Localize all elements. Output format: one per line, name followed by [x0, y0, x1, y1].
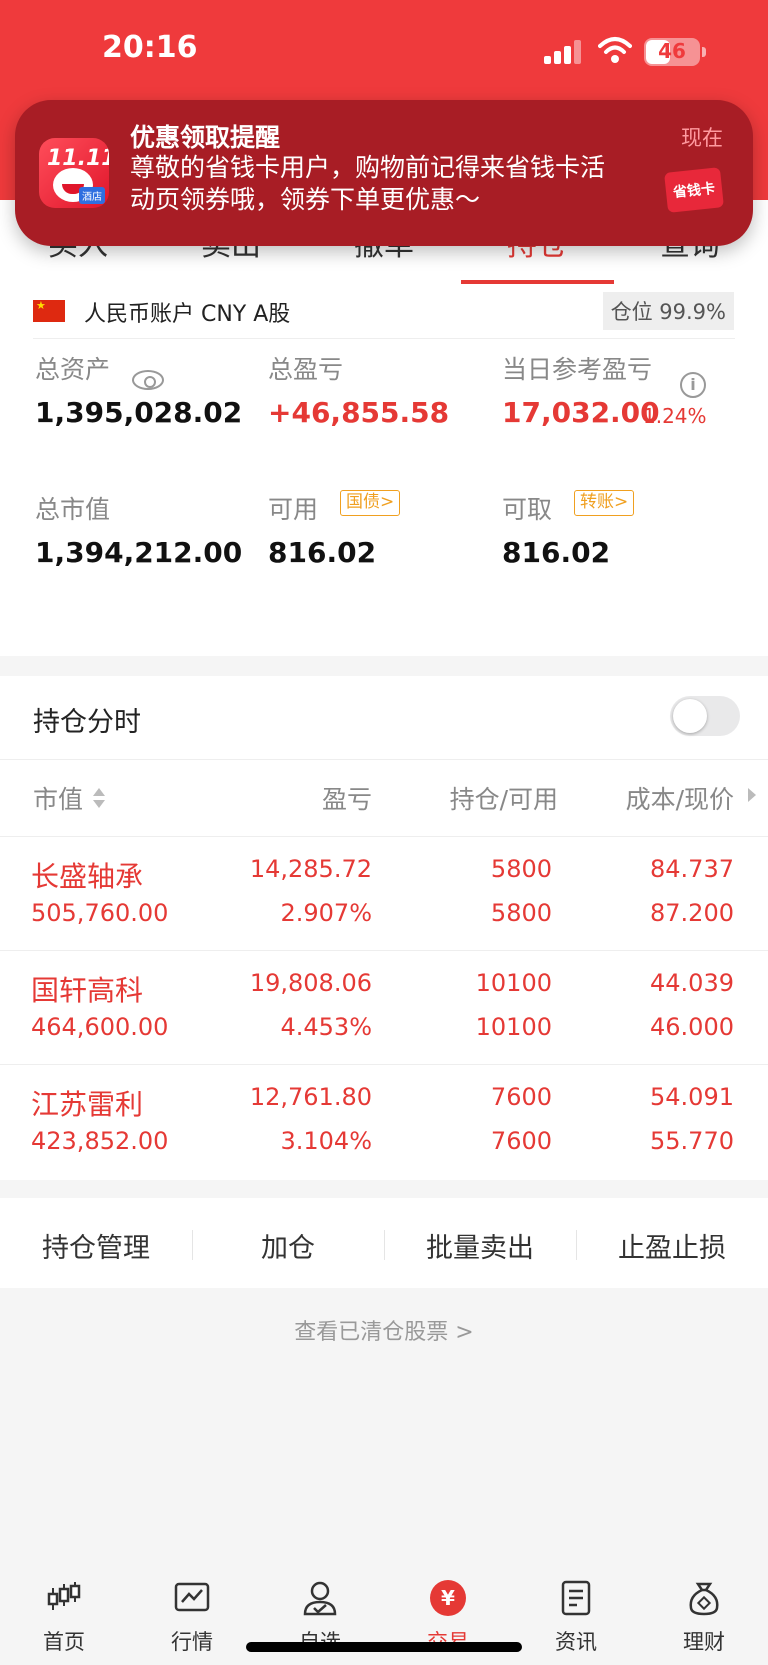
stock-market-value: 505,760.00 [31, 899, 169, 927]
notification-title: 优惠领取提醒 [130, 123, 281, 152]
holding-actions-bar: 持仓管理 加仓 批量卖出 止盈止损 [0, 1198, 768, 1288]
header-position: 持仓/可用 [449, 785, 558, 814]
table-row[interactable]: 江苏雷利 423,852.00 12,761.80 3.104% 7600 76… [0, 1065, 768, 1178]
total-pnl-label: 总盈亏 [268, 355, 344, 384]
divider [0, 759, 768, 760]
chart-icon [174, 1582, 210, 1612]
account-name[interactable]: 人民币账户 CNY A股 [84, 296, 290, 328]
table-row[interactable]: 国轩高科 464,600.00 19,808.06 4.453% 10100 1… [0, 951, 768, 1064]
transfer-button[interactable]: 转账> [574, 490, 635, 516]
app-badge-text: 11.11 [47, 146, 109, 171]
daily-pnl-percent: 1.24% [643, 404, 707, 428]
stock-name: 长盛轴承 [31, 860, 144, 893]
stock-pnl: 12,761.80 [249, 1083, 372, 1111]
account-summary: 人民币账户 CNY A股 仓位 99.9% 总资产 1,395,028.02 总… [0, 284, 768, 656]
header-pnl: 盈亏 [321, 785, 372, 814]
battery-icon: 46 [644, 38, 700, 66]
stock-name: 国轩高科 [31, 974, 144, 1007]
total-pnl-value: +46,855.58 [268, 396, 450, 429]
market-value-value: 1,394,212.00 [35, 536, 243, 569]
available-value: 816.02 [268, 536, 377, 569]
batch-sell-button[interactable]: 批量卖出 [384, 1226, 576, 1265]
savings-card-label: 省钱卡 [672, 180, 716, 202]
stock-holding-qty: 10100 [475, 969, 552, 997]
person-check-icon [303, 1581, 337, 1616]
eye-icon[interactable] [132, 370, 164, 390]
daily-pnl-value: 17,032.00 [502, 396, 660, 429]
nav-label: 理财 [683, 1630, 725, 1654]
table-row[interactable]: 长盛轴承 505,760.00 14,285.72 2.907% 5800 58… [0, 837, 768, 950]
money-bag-icon [689, 1582, 719, 1616]
withdrawable-value: 816.02 [502, 536, 611, 569]
stock-cost: 84.737 [650, 855, 734, 883]
nav-wealth[interactable]: 理财 [640, 1580, 768, 1660]
stock-available-qty: 7600 [490, 1127, 552, 1155]
yuan-icon: ¥ [430, 1580, 466, 1616]
stock-pnl: 19,808.06 [249, 969, 372, 997]
intraday-toggle[interactable] [670, 696, 740, 736]
stock-price: 46.000 [650, 1013, 734, 1041]
home-indicator [246, 1642, 522, 1652]
status-time: 20:16 [102, 30, 198, 65]
header-cost-price: 成本/现价 [625, 785, 734, 814]
divider [33, 338, 735, 339]
nav-news[interactable]: 资讯 [512, 1580, 640, 1660]
hotel-tag: 酒店 [79, 187, 105, 204]
candlestick-icon [47, 1582, 81, 1610]
nav-home[interactable]: 首页 [0, 1580, 128, 1660]
battery-tip [702, 47, 706, 57]
toggle-knob [673, 699, 707, 733]
battery-percent: 46 [658, 39, 686, 63]
stock-price: 55.770 [650, 1127, 734, 1155]
info-icon[interactable]: i [680, 372, 706, 398]
chevron-right-icon[interactable] [748, 788, 756, 802]
stock-pnl-percent: 4.453% [280, 1013, 372, 1041]
holdings-section: 持仓分时 市值 盈亏 持仓/可用 成本/现价 长盛轴承 505,760.00 1… [0, 676, 768, 1180]
nav-label: 行情 [171, 1630, 213, 1654]
stock-name: 江苏雷利 [31, 1088, 144, 1121]
add-position-button[interactable]: 加仓 [192, 1226, 384, 1265]
sort-icon[interactable] [92, 786, 106, 810]
withdrawable-label: 可取 [502, 495, 553, 524]
treasury-bond-button[interactable]: 国债> [340, 490, 401, 516]
holdings-intraday-label: 持仓分时 [33, 707, 141, 738]
stock-available-qty: 5800 [490, 899, 552, 927]
wifi-icon [598, 37, 632, 63]
total-assets-label: 总资产 [35, 355, 111, 384]
notification-app-icon: 11.11 酒店 [39, 138, 109, 208]
document-icon [561, 1580, 591, 1616]
nav-market[interactable]: 行情 [128, 1580, 256, 1660]
cellular-signal-icon [544, 40, 584, 64]
market-value-label: 总市值 [35, 495, 111, 524]
stock-holding-qty: 5800 [490, 855, 552, 883]
stock-cost: 54.091 [650, 1083, 734, 1111]
stock-pnl-percent: 2.907% [280, 899, 372, 927]
stock-holding-qty: 7600 [490, 1083, 552, 1111]
stock-price: 87.200 [650, 899, 734, 927]
push-notification[interactable]: 11.11 酒店 优惠领取提醒 尊敬的省钱卡用户，购物前记得来省钱卡活动页领券哦… [15, 100, 753, 246]
available-label: 可用 [268, 495, 319, 524]
stock-market-value: 464,600.00 [31, 1013, 169, 1041]
notification-body: 尊敬的省钱卡用户，购物前记得来省钱卡活动页领券哦，领券下单更优惠～ [130, 153, 606, 214]
total-assets-value: 1,395,028.02 [35, 396, 243, 429]
china-flag-icon [33, 299, 65, 322]
daily-pnl-label: 当日参考盈亏 [502, 355, 653, 384]
nav-label: 资讯 [555, 1630, 597, 1654]
status-bar: 20:16 46 [0, 0, 768, 100]
stop-profit-loss-button[interactable]: 止盈止损 [576, 1226, 768, 1265]
stock-pnl-percent: 3.104% [280, 1127, 372, 1155]
header-market-value[interactable]: 市值 [33, 780, 83, 816]
stock-pnl: 14,285.72 [249, 855, 372, 883]
stock-cost: 44.039 [650, 969, 734, 997]
position-ratio-badge: 仓位 99.9% [602, 292, 734, 330]
view-cleared-stocks-link[interactable]: 查看已清仓股票 > [0, 1314, 768, 1346]
stock-available-qty: 10100 [475, 1013, 552, 1041]
manage-holdings-button[interactable]: 持仓管理 [0, 1226, 192, 1265]
svg-text:¥: ¥ [441, 1586, 455, 1610]
savings-card-thumbnail: 省钱卡 [664, 167, 724, 213]
stock-market-value: 423,852.00 [31, 1127, 169, 1155]
notification-time: 现在 [681, 126, 723, 150]
nav-label: 首页 [43, 1630, 85, 1654]
